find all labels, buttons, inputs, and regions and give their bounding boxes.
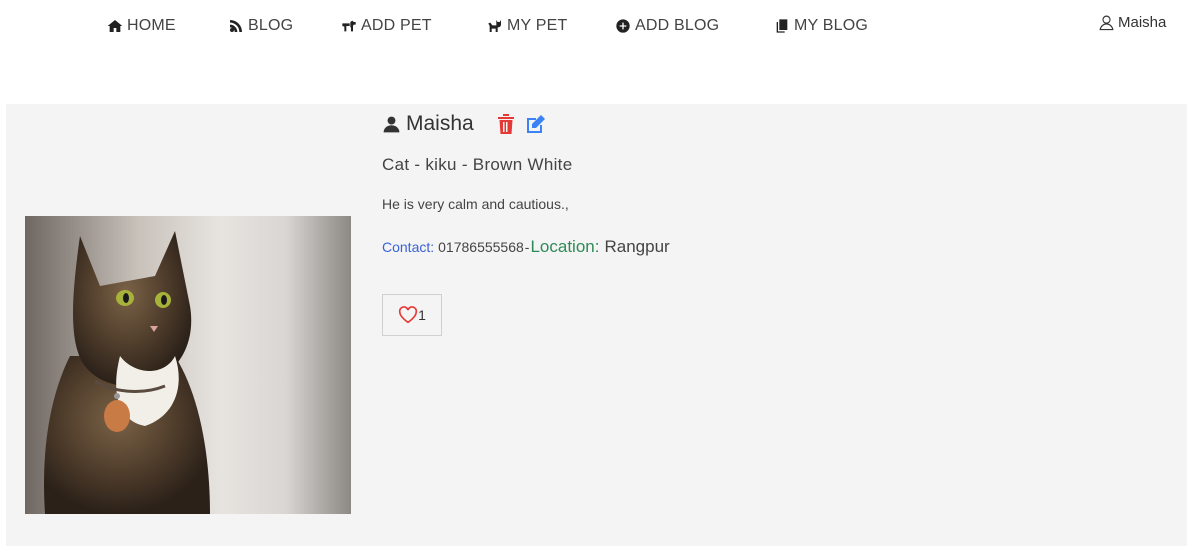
location-label: Location:	[530, 237, 600, 256]
owner-row: Maisha	[382, 110, 1142, 138]
like-count: 1	[418, 307, 426, 323]
home-icon	[107, 20, 123, 32]
nav-home-label: HOME	[127, 17, 176, 34]
copy-icon	[776, 19, 788, 33]
nav-my-pet[interactable]: MY PET	[487, 17, 567, 35]
user-menu-name: Maisha	[1118, 14, 1167, 31]
nav-my-blog-label: MY BLOG	[794, 17, 869, 34]
navbar: HOME BLOG ADD PET MY PET ADD BLOG MY BLO…	[0, 0, 1193, 56]
delete-button[interactable]	[497, 114, 515, 134]
dog-icon	[342, 20, 356, 32]
user-outline-icon	[1099, 15, 1114, 31]
location-value: Rangpur	[604, 237, 670, 256]
contact-label: Contact:	[382, 239, 435, 255]
heart-icon	[399, 306, 418, 324]
pet-description: He is very calm and cautious.,	[382, 196, 569, 212]
post-details: Maisha Cat - kiku - Brown White He is ve…	[382, 110, 1142, 336]
owner-name: Maisha	[406, 112, 474, 135]
contact-row: Contact: 01786555568 - Location: Rangpur	[382, 237, 1142, 257]
nav-blog-label: BLOG	[248, 17, 294, 34]
nav-blog[interactable]: BLOG	[228, 17, 293, 35]
user-icon	[383, 116, 400, 132]
feed-icon	[230, 20, 242, 32]
nav-add-blog-label: ADD BLOG	[635, 17, 720, 34]
nav-add-blog[interactable]: ADD BLOG	[615, 17, 719, 35]
user-menu[interactable]: Maisha	[1098, 14, 1166, 31]
like-button[interactable]: 1	[382, 294, 442, 336]
nav-my-blog[interactable]: MY BLOG	[774, 17, 868, 35]
pet-photo	[25, 216, 351, 514]
contact-value: 01786555568	[438, 239, 524, 255]
contact-separator: -	[524, 239, 530, 255]
edit-button[interactable]	[525, 114, 547, 134]
trash-icon	[497, 114, 514, 134]
edit-icon	[526, 115, 545, 133]
pet-summary: Cat - kiku - Brown White	[382, 155, 573, 174]
nav-add-pet-label: ADD PET	[361, 17, 432, 34]
plus-circle-icon	[616, 19, 630, 33]
nav-home[interactable]: HOME	[107, 17, 176, 35]
cat-icon	[488, 20, 501, 32]
nav-my-pet-label: MY PET	[507, 17, 568, 34]
nav-add-pet[interactable]: ADD PET	[341, 17, 432, 35]
